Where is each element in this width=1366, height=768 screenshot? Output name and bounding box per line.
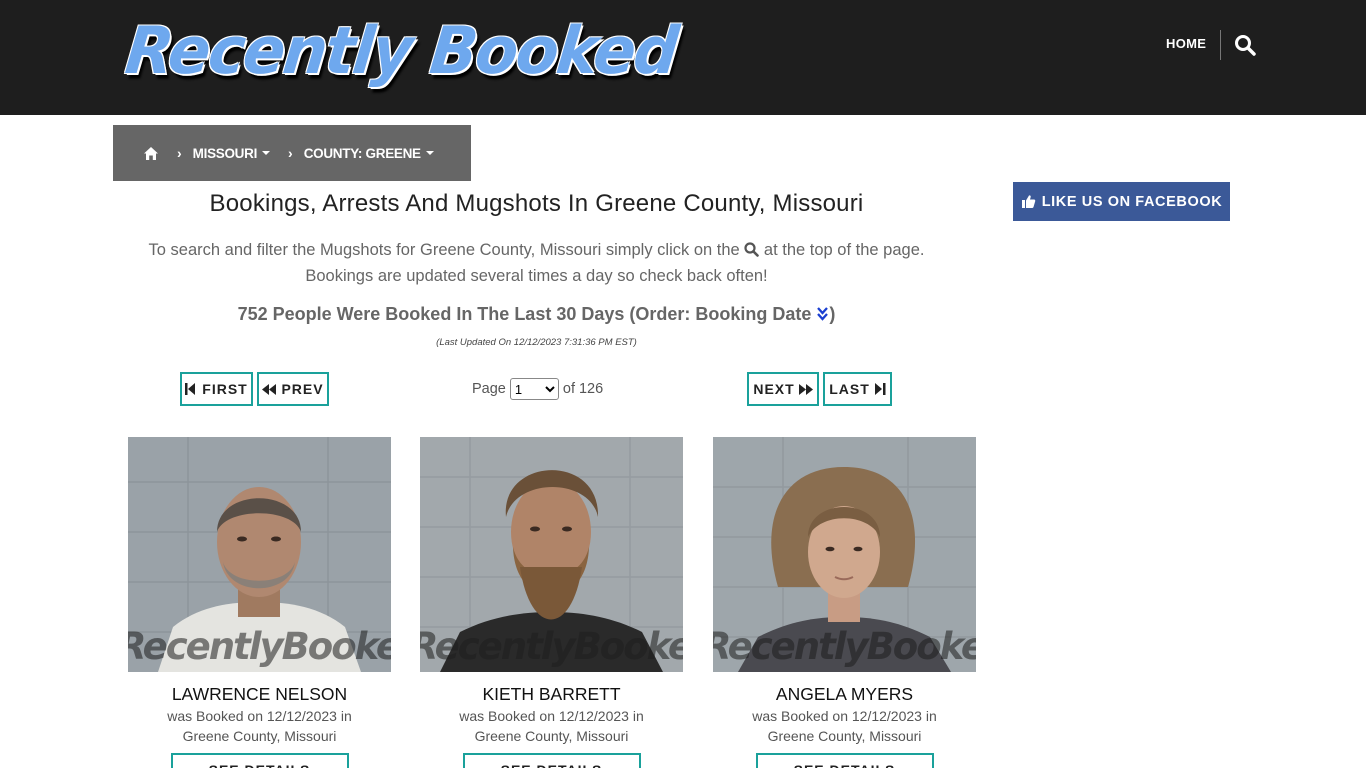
chevron-right-icon: ›: [177, 145, 182, 161]
booking-location-line: Greene County, Missouri: [767, 728, 922, 744]
booking-location-line: Greene County, Missouri: [474, 728, 629, 744]
booking-count-close: ): [829, 304, 836, 324]
step-backward-icon: [185, 383, 196, 395]
sort-down-icon[interactable]: [816, 306, 829, 322]
booking-date-line: was Booked on 12/12/2023 in: [752, 708, 937, 724]
facebook-like-button[interactable]: LIKE US ON FACEBOOK: [1013, 182, 1230, 221]
see-details-button[interactable]: SEE DETAILS: [462, 753, 641, 768]
see-details-button[interactable]: SEE DETAILS: [755, 753, 934, 768]
intro-text-b: at the top of the page.: [763, 241, 925, 259]
watermark: RecentlyBooked.com: [713, 625, 976, 668]
prev-label: PREV: [281, 381, 324, 397]
breadcrumb-county[interactable]: COUNTY: GREENE: [304, 146, 434, 161]
last-page-button[interactable]: LAST: [823, 372, 892, 406]
step-forward-icon: [874, 383, 886, 395]
booking-name[interactable]: ANGELA MYERS: [713, 684, 976, 705]
first-label: FIRST: [202, 381, 248, 397]
breadcrumb-state-label: MISSOURI: [192, 145, 258, 161]
mugshot-photo[interactable]: RecentlyBooked.com: [420, 437, 683, 672]
first-page-button[interactable]: FIRST: [180, 372, 253, 406]
booking-description: was Booked on 12/12/2023 in Greene Count…: [713, 706, 976, 746]
logo-text: Recently Booked: [121, 12, 681, 89]
booking-description: was Booked on 12/12/2023 in Greene Count…: [420, 706, 683, 746]
booking-card[interactable]: RecentlyBooked.com KIETH BARRETT was Boo…: [420, 437, 683, 768]
booking-card[interactable]: RecentlyBooked.com ANGELA MYERS was Book…: [713, 437, 976, 768]
booking-count: 752 People Were Booked In The Last 30 Da…: [113, 304, 960, 325]
page-select[interactable]: 1: [509, 378, 559, 400]
nav-divider: [1220, 30, 1221, 60]
thumbs-up-icon: [1021, 195, 1035, 208]
booking-name[interactable]: KIETH BARRETT: [420, 684, 683, 705]
facebook-label: LIKE US ON FACEBOOK: [1041, 193, 1223, 210]
forward-icon: [798, 383, 813, 395]
backward-icon: [262, 383, 277, 395]
next-page-button[interactable]: NEXT: [747, 372, 819, 406]
page-total: of 126: [562, 381, 604, 397]
booking-card[interactable]: RecentlyBooked.com LAWRENCE NELSON was B…: [128, 437, 391, 768]
booking-date-line: was Booked on 12/12/2023 in: [167, 708, 352, 724]
caret-down-icon: [262, 151, 271, 155]
site-header: Recently Booked HOME: [0, 0, 1366, 115]
breadcrumb: › MISSOURI › COUNTY: GREENE: [113, 125, 471, 181]
booking-count-text: 752 People Were Booked In The Last 30 Da…: [237, 304, 812, 324]
see-details-button[interactable]: SEE DETAILS: [170, 753, 349, 768]
page-selector: Page 1 of 126: [472, 378, 603, 400]
intro-text-a: To search and filter the Mugshots for Gr…: [148, 241, 740, 259]
home-icon[interactable]: [143, 146, 159, 161]
page-label: Page: [472, 381, 506, 397]
booking-description: was Booked on 12/12/2023 in Greene Count…: [128, 706, 391, 746]
booking-location-line: Greene County, Missouri: [182, 728, 337, 744]
intro-text-c: Bookings are updated several times a day…: [305, 267, 768, 285]
chevron-right-icon: ›: [288, 145, 293, 161]
next-label: NEXT: [753, 381, 795, 397]
breadcrumb-state[interactable]: MISSOURI: [192, 145, 271, 161]
last-label: LAST: [829, 381, 870, 397]
nav-home-link[interactable]: HOME: [1166, 36, 1206, 51]
watermark: RecentlyBooked.com: [420, 625, 683, 668]
booking-name[interactable]: LAWRENCE NELSON: [128, 684, 391, 705]
search-icon[interactable]: [1234, 34, 1256, 56]
mugshot-photo[interactable]: RecentlyBooked.com: [713, 437, 976, 672]
caret-down-icon: [425, 151, 434, 155]
mugshot-photo[interactable]: RecentlyBooked.com: [128, 437, 391, 672]
prev-page-button[interactable]: PREV: [257, 372, 329, 406]
watermark: RecentlyBooked.com: [128, 625, 391, 668]
search-icon: [744, 242, 760, 257]
breadcrumb-county-label: COUNTY: GREENE: [303, 145, 421, 161]
intro-text: To search and filter the Mugshots for Gr…: [113, 237, 960, 289]
last-updated: (Last Updated On 12/12/2023 7:31:36 PM E…: [436, 337, 637, 348]
site-logo[interactable]: Recently Booked: [122, 12, 680, 94]
booking-date-line: was Booked on 12/12/2023 in: [459, 708, 644, 724]
page-title: Bookings, Arrests And Mugshots In Greene…: [209, 190, 864, 217]
